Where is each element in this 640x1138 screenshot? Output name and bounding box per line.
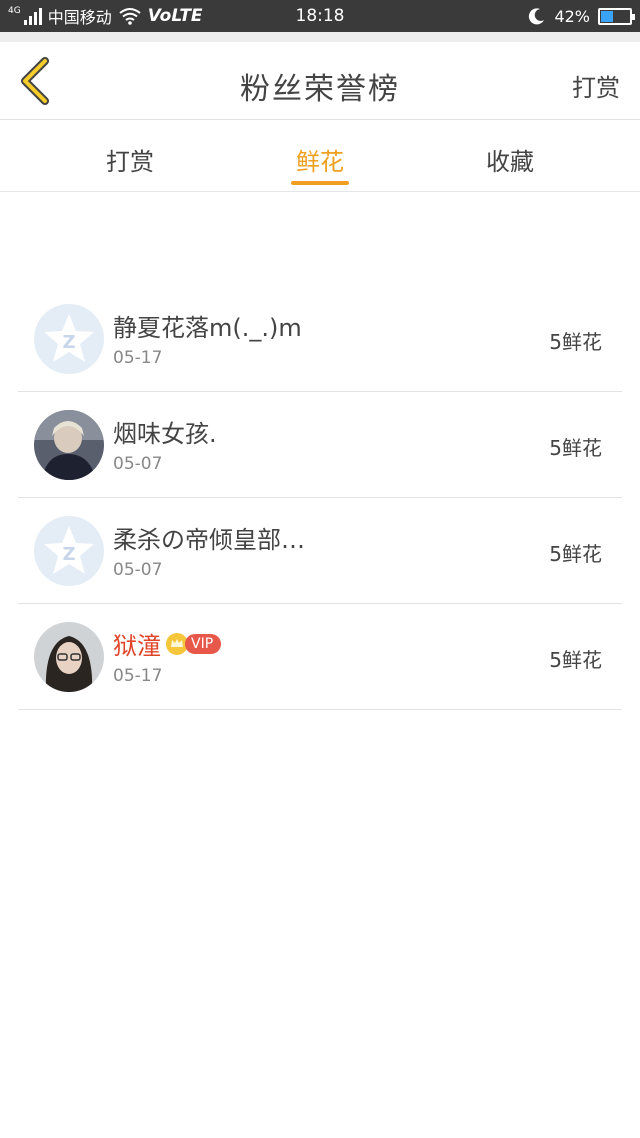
- flower-count: 5鲜花: [549, 330, 602, 354]
- tab-flowers[interactable]: 鲜花: [260, 142, 380, 177]
- photo-avatar-icon: [34, 622, 104, 692]
- app-header: 粉丝荣誉榜 打赏: [0, 42, 640, 120]
- reward-button[interactable]: 打赏: [572, 68, 620, 103]
- moon-icon: [529, 8, 545, 25]
- list-item[interactable]: 烟味女孩. 05-07 5鲜花: [18, 392, 622, 498]
- default-qq-avatar-icon: Z: [34, 516, 104, 586]
- list-item[interactable]: Z 静夏花落m(._.)m 05-17 5鲜花: [18, 286, 622, 392]
- status-bar-gap: [0, 32, 640, 42]
- flower-count: 5鲜花: [549, 542, 602, 566]
- date: 05-07: [113, 454, 163, 474]
- avatar: Z: [34, 304, 104, 374]
- default-qq-avatar-icon: Z: [34, 304, 104, 374]
- avatar: Z: [34, 516, 104, 586]
- battery-percent: 42%: [554, 6, 590, 26]
- vip-badge: VIP: [185, 633, 222, 654]
- photo-avatar-icon: [34, 410, 104, 480]
- page-title: 粉丝荣誉榜: [240, 72, 400, 107]
- avatar: [34, 622, 104, 692]
- active-tab-indicator: [291, 181, 349, 185]
- fan-list: Z 静夏花落m(._.)m 05-17 5鲜花 烟味女孩. 05-07 5鲜花: [18, 286, 622, 710]
- name-line: 静夏花落m(._.)m: [113, 308, 302, 343]
- avatar: [34, 410, 104, 480]
- user-name: 狱潼: [113, 632, 161, 660]
- status-right: 42%: [528, 0, 635, 32]
- user-name: 烟味女孩.: [113, 420, 217, 448]
- user-name: 柔杀の帝倾皇部…: [113, 526, 305, 554]
- date: 05-07: [113, 560, 163, 580]
- status-bar: 4G 中国移动 VoLTE 18:18 42%: [0, 0, 640, 32]
- flower-count: 5鲜花: [549, 436, 602, 460]
- flower-count: 5鲜花: [549, 648, 602, 672]
- user-name: 静夏花落m(._.)m: [113, 314, 302, 342]
- svg-text:Z: Z: [62, 544, 75, 565]
- list-item[interactable]: Z 柔杀の帝倾皇部… 05-07 5鲜花: [18, 498, 622, 604]
- tab-favorites[interactable]: 收藏: [450, 142, 570, 177]
- tab-reward[interactable]: 打赏: [70, 142, 190, 177]
- date: 05-17: [113, 348, 163, 368]
- name-line: 烟味女孩.: [113, 414, 217, 449]
- name-line: 柔杀の帝倾皇部…: [113, 520, 305, 555]
- tab-bar: 打赏 鲜花 收藏: [0, 120, 640, 192]
- date: 05-17: [113, 666, 163, 686]
- battery-icon: [598, 7, 635, 25]
- name-line: 狱潼 VIP: [113, 626, 222, 661]
- svg-text:Z: Z: [62, 332, 75, 353]
- list-item[interactable]: 狱潼 VIP 05-17 5鲜花: [18, 604, 622, 710]
